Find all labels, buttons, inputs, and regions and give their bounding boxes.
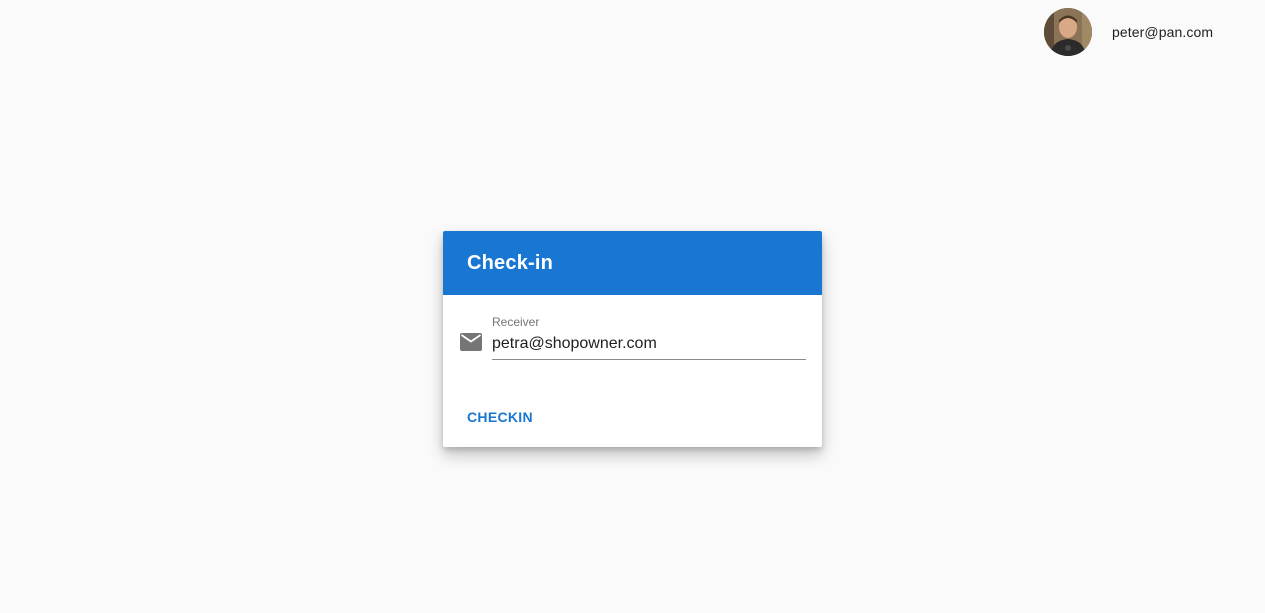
page: peter@pan.com Check-in Receiver CHECKIN — [0, 0, 1265, 613]
dialog-title: Check-in — [467, 251, 554, 274]
receiver-field: Receiver — [492, 315, 806, 360]
user-menu[interactable]: peter@pan.com — [1044, 8, 1240, 56]
receiver-label: Receiver — [492, 315, 540, 329]
dialog-header: Check-in — [443, 231, 822, 295]
receiver-field-row: Receiver — [443, 295, 822, 391]
receiver-input[interactable] — [492, 333, 806, 360]
mail-icon — [460, 333, 482, 351]
avatar[interactable] — [1044, 8, 1092, 56]
checkin-button[interactable]: CHECKIN — [459, 403, 541, 431]
checkin-dialog: Check-in Receiver CHECKIN — [443, 231, 822, 447]
dialog-actions: CHECKIN — [459, 403, 541, 431]
avatar-photo-icon — [1044, 8, 1092, 56]
user-email: peter@pan.com — [1112, 24, 1214, 40]
